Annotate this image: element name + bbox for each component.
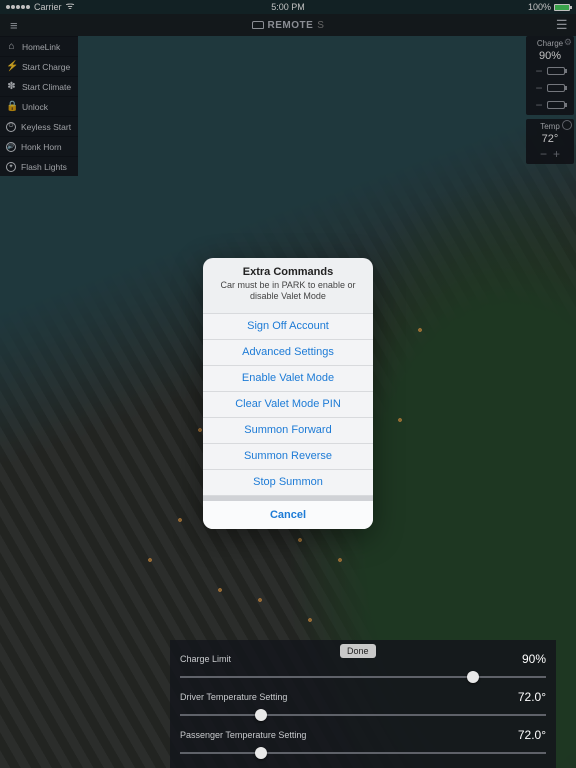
sheet-subtitle: Car must be in PARK to enable or disable… <box>213 280 363 303</box>
option-clear-valet-pin[interactable]: Clear Valet Mode PIN <box>203 392 373 418</box>
settings-slider-panel: Done Charge Limit 90% Driver Temperature… <box>170 640 556 768</box>
done-button[interactable]: Done <box>340 644 376 658</box>
option-summon-forward[interactable]: Summon Forward <box>203 418 373 444</box>
slider-value: 72.0° <box>518 728 546 742</box>
sheet-title: Extra Commands <box>213 266 363 278</box>
slider-row-driver-temp: Driver Temperature Setting 72.0° <box>180 690 546 704</box>
driver-temp-slider[interactable] <box>180 708 546 722</box>
cancel-button[interactable]: Cancel <box>203 501 373 529</box>
slider-label: Driver Temperature Setting <box>180 692 287 702</box>
option-stop-summon[interactable]: Stop Summon <box>203 470 373 496</box>
slider-value: 90% <box>522 652 546 666</box>
charge-limit-slider[interactable] <box>180 670 546 684</box>
slider-label: Passenger Temperature Setting <box>180 730 306 740</box>
option-advanced[interactable]: Advanced Settings <box>203 340 373 366</box>
slider-label: Charge Limit <box>180 654 231 664</box>
slider-row-passenger-temp: Passenger Temperature Setting 72.0° <box>180 728 546 742</box>
extra-commands-sheet: Extra Commands Car must be in PARK to en… <box>203 258 373 529</box>
sheet-header: Extra Commands Car must be in PARK to en… <box>203 258 373 314</box>
slider-value: 72.0° <box>518 690 546 704</box>
option-summon-reverse[interactable]: Summon Reverse <box>203 444 373 470</box>
option-enable-valet[interactable]: Enable Valet Mode <box>203 366 373 392</box>
passenger-temp-slider[interactable] <box>180 746 546 760</box>
option-sign-off[interactable]: Sign Off Account <box>203 314 373 340</box>
